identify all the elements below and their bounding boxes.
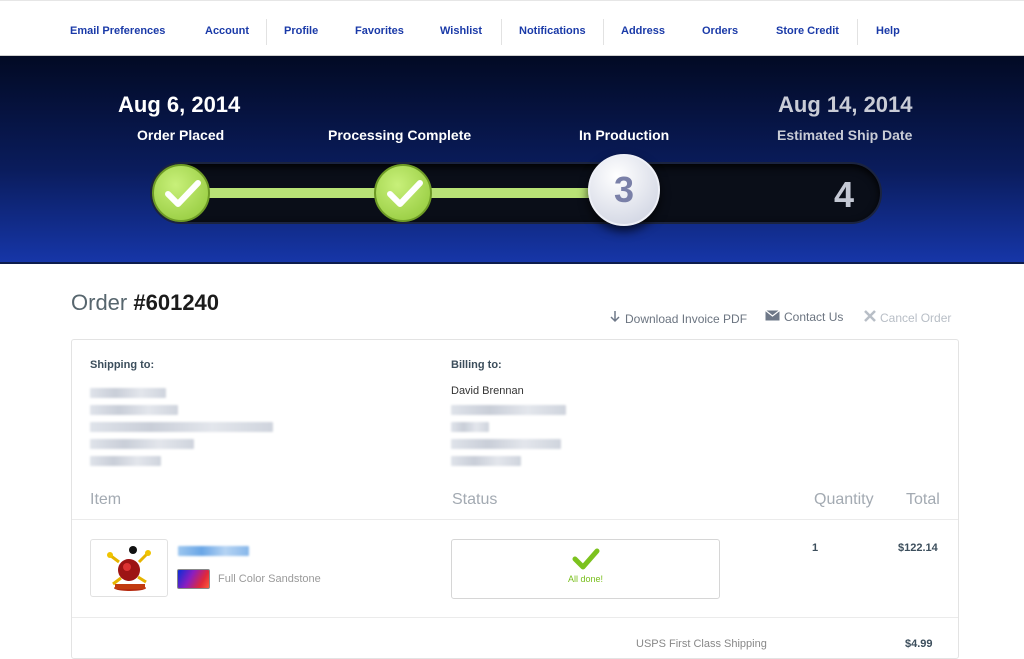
nav-address[interactable]: Address [621,25,665,37]
item-total: $122.14 [898,542,938,554]
step-1-complete [152,164,210,222]
nav-orders[interactable]: Orders [702,25,738,37]
contact-us-label: Contact Us [784,310,844,324]
top-nav: Email Preferences Account Profile Favori… [0,0,1024,56]
nav-email-preferences[interactable]: Email Preferences [70,25,165,37]
step-4-future: 4 [834,174,855,215]
page-title: Order #601240 [71,290,219,316]
product-thumbnail[interactable] [90,539,168,597]
step-label-in-production: In Production [579,127,670,143]
material-name: Full Color Sandstone [218,573,321,585]
step-2-complete [374,164,432,222]
envelope-icon [765,310,780,324]
shipping-cost: $4.99 [905,638,933,650]
check-icon [165,180,201,207]
download-invoice-link[interactable]: Download Invoice PDF [609,310,747,326]
step-label-processing-complete: Processing Complete [328,127,472,143]
estimated-ship-date: Aug 14, 2014 [778,92,913,117]
nav-divider [266,19,267,45]
order-number: #601240 [133,290,220,315]
item-status-box: All done! [451,539,720,599]
row-divider [72,617,958,618]
cancel-order-label: Cancel Order [880,311,952,325]
nav-help[interactable]: Help [876,25,900,37]
nav-notifications[interactable]: Notifications [519,25,586,37]
download-arrow-icon [609,310,621,326]
nav-divider [501,19,502,45]
item-quantity: 1 [812,542,819,554]
nav-store-credit[interactable]: Store Credit [776,25,839,37]
billing-heading: Billing to: [451,359,502,371]
product-name-redacted[interactable] [178,546,249,556]
cancel-order-link[interactable]: Cancel Order [864,310,951,325]
column-header-status: Status [452,491,498,508]
header-divider [72,519,958,520]
nav-wishlist[interactable]: Wishlist [440,25,482,37]
order-placed-date: Aug 6, 2014 [118,92,241,117]
shipping-method: USPS First Class Shipping [636,638,767,650]
status-text: All done! [567,574,604,584]
step-3-current: 3 [588,154,660,226]
step-label-order-placed: Order Placed [137,127,225,143]
download-invoice-label: Download Invoice PDF [625,312,748,326]
check-icon [387,180,423,207]
close-icon [864,310,876,325]
nav-account[interactable]: Account [205,25,249,37]
contact-us-link[interactable]: Contact Us [765,310,843,324]
column-header-quantity: Quantity [814,491,874,508]
shipping-heading: Shipping to: [90,359,155,371]
nav-favorites[interactable]: Favorites [355,25,404,37]
status-check-icon [572,548,600,570]
step-label-estimated-ship-date: Estimated Ship Date [777,127,913,143]
column-header-item: Item [90,491,122,508]
nav-profile[interactable]: Profile [284,25,318,37]
nav-divider [603,19,604,45]
material-swatch-icon [177,569,210,589]
billing-name: David Brennan [451,385,524,397]
column-header-total: Total [906,491,940,508]
product-figure-image [107,546,151,591]
order-title-prefix: Order [71,290,128,315]
order-progress-banner: Aug 6, 2014 Aug 14, 2014 Order Placed Pr… [0,56,1024,264]
nav-divider [857,19,858,45]
